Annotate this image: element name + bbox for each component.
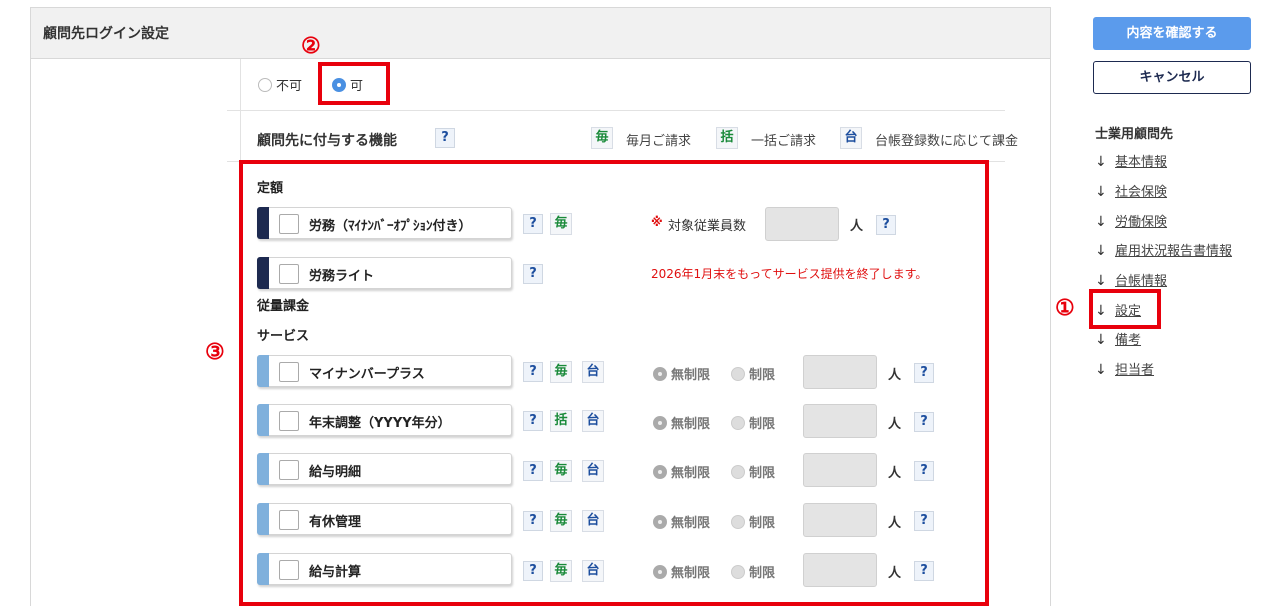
annotation-marker-2: ② (301, 33, 321, 59)
help-icon[interactable]: ? (435, 128, 455, 148)
nav-item-employment-report[interactable]: ↓ 雇用状況報告書情報 (1095, 240, 1232, 259)
nav-link[interactable]: 設定 (1115, 304, 1141, 319)
legend-ledger: 台帳登録数に応じて課金 (875, 134, 1019, 149)
nav-link[interactable]: 担当者 (1115, 363, 1154, 378)
nav-item-settings[interactable]: ↓ 設定 (1095, 300, 1141, 319)
annotation-marker-3: ③ (205, 339, 225, 365)
panel-title: 顧問先ログイン設定 (43, 26, 169, 42)
nav-item-person-in-charge[interactable]: ↓ 担当者 (1095, 359, 1154, 378)
arrow-down-icon: ↓ (1095, 303, 1107, 319)
arrow-down-icon: ↓ (1095, 332, 1107, 348)
nav-item-ledger-info[interactable]: ↓ 台帳情報 (1095, 270, 1167, 289)
divider (227, 110, 1005, 111)
arrow-down-icon: ↓ (1095, 184, 1107, 200)
lump-billing-icon: 括 (716, 127, 738, 149)
features-title: 顧問先に付与する機能 (257, 133, 397, 149)
arrow-down-icon: ↓ (1095, 273, 1107, 289)
nav-link[interactable]: 労働保険 (1115, 215, 1167, 230)
radio-button[interactable] (258, 77, 272, 92)
nav-item-labor-insurance[interactable]: ↓ 労働保険 (1095, 211, 1167, 230)
annotation-box-2 (318, 62, 390, 105)
nav-link[interactable]: 基本情報 (1115, 155, 1167, 170)
nav-item-basic-info[interactable]: ↓ 基本情報 (1095, 151, 1167, 170)
nav-link[interactable]: 雇用状況報告書情報 (1115, 244, 1232, 259)
arrow-down-icon: ↓ (1095, 243, 1107, 259)
nav-title: 士業用顧問先 (1095, 127, 1174, 142)
arrow-down-icon: ↓ (1095, 154, 1107, 170)
annotation-box-3 (239, 160, 989, 606)
radio-label-no: 不可 (276, 79, 303, 94)
nav-link[interactable]: 社会保険 (1115, 185, 1167, 200)
annotation-marker-1: ① (1055, 295, 1075, 321)
nav-item-social-insurance[interactable]: ↓ 社会保険 (1095, 181, 1167, 200)
panel-header: 顧問先ログイン設定 (31, 8, 1050, 59)
arrow-down-icon: ↓ (1095, 362, 1107, 378)
left-column (31, 59, 241, 606)
nav-item-remarks[interactable]: ↓ 備考 (1095, 329, 1141, 348)
cancel-button[interactable]: キャンセル (1093, 61, 1251, 94)
ledger-billing-icon: 台 (840, 127, 862, 149)
monthly-billing-icon: 毎 (591, 127, 613, 149)
nav-link[interactable]: 台帳情報 (1115, 274, 1167, 289)
confirm-button[interactable]: 内容を確認する (1093, 17, 1251, 50)
radio-option-no[interactable]: 不可 (258, 75, 302, 94)
nav-link[interactable]: 備考 (1115, 333, 1141, 348)
legend-lump: 一括ご請求 (751, 134, 817, 149)
legend-monthly: 毎月ご請求 (626, 134, 692, 149)
arrow-down-icon: ↓ (1095, 214, 1107, 230)
